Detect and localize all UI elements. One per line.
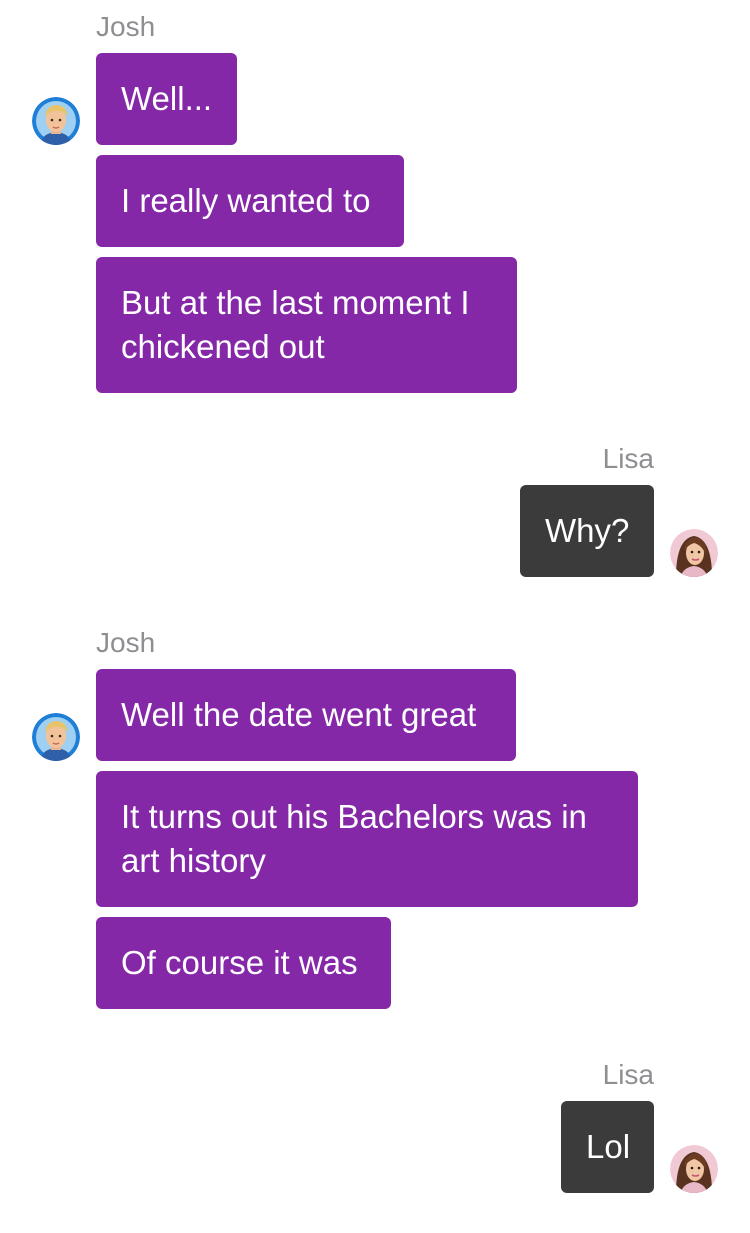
message-text: But at the last moment I chickened out xyxy=(121,284,470,365)
message-text: It turns out his Bachelors was in art hi… xyxy=(121,798,587,879)
message-text: I really wanted to xyxy=(121,182,371,219)
sender-name-josh: Josh xyxy=(96,627,156,658)
lisa-message-bubble[interactable]: Lol xyxy=(561,1101,654,1193)
sender-name-lisa: Lisa xyxy=(602,443,654,474)
lisa-avatar-icon xyxy=(670,1145,718,1193)
message-text: Well... xyxy=(121,80,213,117)
josh-message-bubble[interactable]: I really wanted to xyxy=(96,155,404,247)
sender-name-lisa: Lisa xyxy=(602,1059,654,1090)
josh-avatar[interactable] xyxy=(32,713,80,761)
sender-name-josh: Josh xyxy=(96,11,156,42)
message-text: Well the date went great xyxy=(121,696,477,733)
message-text: Lol xyxy=(586,1128,631,1165)
josh-message-bubble[interactable]: Well the date went great xyxy=(96,669,516,761)
josh-message-bubble[interactable]: But at the last moment I chickened out xyxy=(96,257,517,393)
josh-avatar-icon xyxy=(32,97,80,145)
josh-avatar[interactable] xyxy=(32,97,80,145)
lisa-message-bubble[interactable]: Why? xyxy=(520,485,654,577)
lisa-avatar[interactable] xyxy=(670,1145,718,1193)
josh-message-bubble[interactable]: It turns out his Bachelors was in art hi… xyxy=(96,771,638,907)
josh-message-bubble[interactable]: Of course it was xyxy=(96,917,391,1009)
message-text: Why? xyxy=(545,512,630,549)
josh-message-bubble[interactable]: Well... xyxy=(96,53,237,145)
lisa-avatar[interactable] xyxy=(670,529,718,577)
lisa-avatar-icon xyxy=(670,529,718,577)
josh-avatar-icon xyxy=(32,713,80,761)
message-text: Of course it was xyxy=(121,944,358,981)
